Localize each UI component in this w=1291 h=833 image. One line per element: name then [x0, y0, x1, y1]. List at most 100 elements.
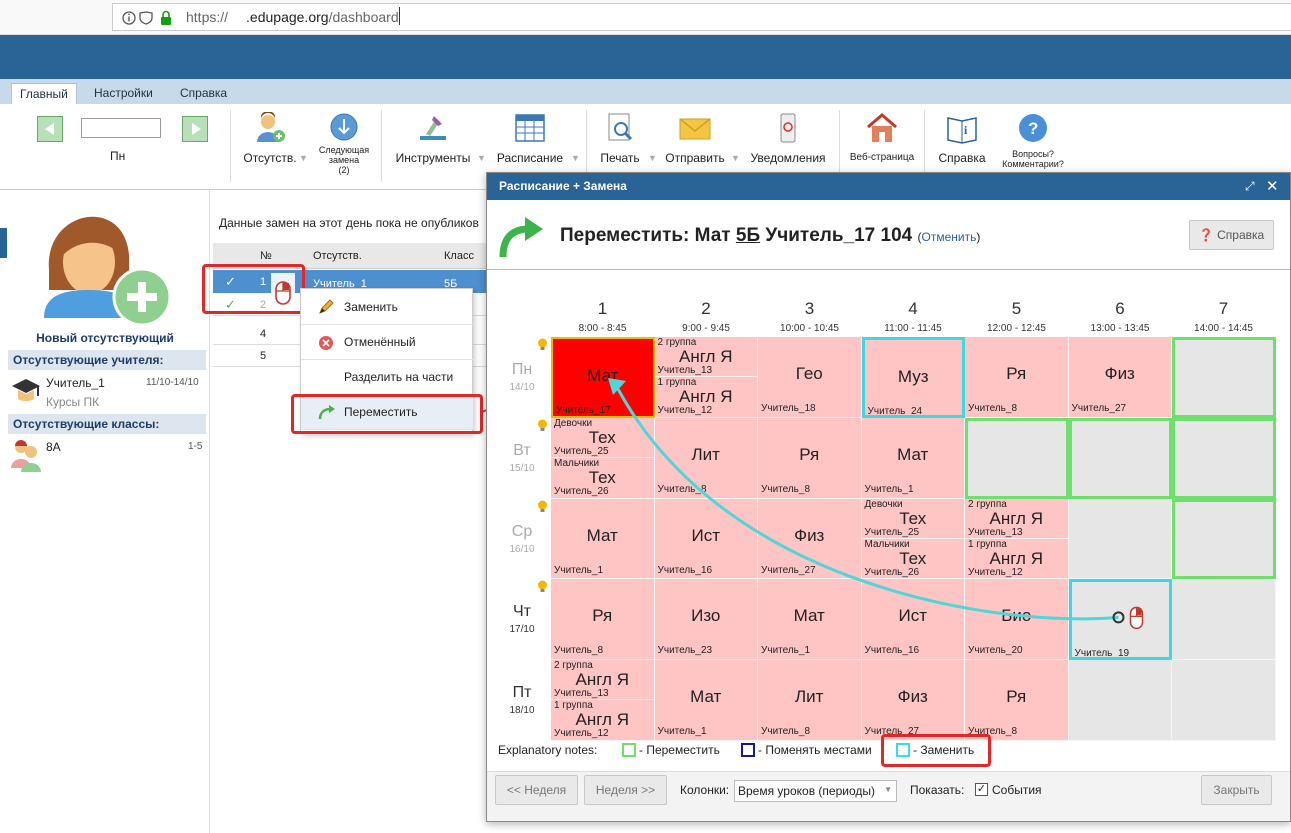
empty-slot[interactable]: [1068, 660, 1172, 741]
lesson-cell[interactable]: Мат Учитель_1: [758, 579, 862, 661]
lesson-cell[interactable]: Ря Учитель_8: [758, 417, 862, 499]
lesson-cell[interactable]: Ря Учитель_8: [965, 337, 1069, 418]
columns-select[interactable]: Время уроков (периоды) ▼: [734, 780, 897, 802]
new-absent-label[interactable]: Новый отсутствующий: [20, 331, 190, 345]
lesson-cell[interactable]: Девочки Тех Учитель_25 Мальчики Тех Учитель_2…: [861, 498, 965, 580]
lesson-cell[interactable]: Мат Учитель_1: [551, 498, 655, 580]
prev-week-button[interactable]: << Неделя: [495, 775, 578, 805]
lesson-subject: Изо: [691, 606, 721, 626]
lesson-cell[interactable]: Физ Учитель_27: [1068, 337, 1172, 418]
lesson-cell[interactable]: Изо Учитель_23: [654, 579, 758, 661]
lesson-cell[interactable]: Мат Учитель_1: [861, 417, 965, 499]
lightbulb-icon[interactable]: [537, 580, 548, 593]
lesson-cell[interactable]: 2 группа Англ Я Учитель_13 1 группа Англ Я Уч…: [965, 498, 1069, 580]
period-number: 1: [597, 299, 608, 318]
move-heading: Переместить: Мат 5Б Учитель_17 104 (Отме…: [560, 225, 981, 246]
absent-teachers-heading: Отсутствующие учителя:: [8, 350, 206, 370]
lesson-half: 1 группа Англ Я Учитель_12: [551, 700, 654, 740]
new-absent-avatar[interactable]: [34, 200, 174, 328]
next-day-button[interactable]: [182, 116, 208, 142]
lesson-cell[interactable]: Лит Учитель_8: [654, 417, 758, 499]
lesson-cell[interactable]: Лит Учитель_8: [758, 660, 862, 741]
lesson-cell[interactable]: Мат Учитель_17: [551, 337, 655, 418]
close-icon[interactable]: ✕: [1266, 177, 1279, 195]
tools-button[interactable]: Инструменты: [391, 112, 475, 165]
row-number: 4: [260, 328, 267, 340]
web-page-button[interactable]: Веб-страница: [848, 112, 916, 163]
day-date: 15/10: [509, 462, 535, 474]
notifications-button[interactable]: Уведомления: [745, 112, 831, 165]
absent-class-name: 8А: [46, 440, 61, 454]
print-button[interactable]: Печать: [595, 112, 645, 165]
lesson-subject: Мат: [586, 525, 618, 545]
lesson-cell[interactable]: Мат Учитель_1: [654, 660, 758, 741]
lesson-cell[interactable]: Био Учитель_20: [965, 579, 1069, 661]
tab-settings[interactable]: Настройки: [86, 83, 161, 104]
cancel-move-link[interactable]: Отменить: [922, 230, 977, 244]
close-button[interactable]: Закрыть: [1201, 775, 1272, 805]
help-ribbon-button[interactable]: i Справка: [933, 112, 991, 165]
unpublished-notice: Данные замен на этот день пока не опубли…: [219, 216, 479, 230]
print-dropdown-icon[interactable]: ▼: [648, 153, 657, 163]
prev-day-button[interactable]: [37, 116, 63, 142]
next-week-button[interactable]: Неделя >>: [584, 775, 667, 805]
timetable-button[interactable]: Расписание: [491, 112, 569, 165]
lightbulb-icon[interactable]: [537, 500, 548, 513]
events-checkbox[interactable]: ✓: [975, 783, 988, 796]
lightbulb-icon[interactable]: [537, 419, 548, 432]
envelope-icon: [679, 118, 711, 140]
tools-dropdown-icon[interactable]: ▼: [477, 153, 486, 163]
date-input[interactable]: [81, 118, 161, 138]
lesson-subject: Мат: [690, 687, 722, 707]
down-arrow-icon: [330, 113, 358, 141]
help-button[interactable]: ❓ Справка: [1189, 220, 1274, 250]
lesson-half: 2 группа Англ Я Учитель_13: [654, 337, 757, 377]
empty-slot[interactable]: [1068, 417, 1172, 499]
lesson-teacher: Учитель_27: [761, 564, 816, 576]
lesson-cell[interactable]: Физ Учитель_27: [758, 498, 862, 580]
lesson-cell[interactable]: 2 группа Англ Я Учитель_13 1 группа Англ Я Уч…: [654, 337, 758, 418]
empty-slot[interactable]: [1172, 337, 1276, 418]
empty-slot[interactable]: [1172, 417, 1276, 499]
lesson-subject: Физ: [897, 687, 928, 707]
lesson-cell[interactable]: Физ Учитель_27: [861, 660, 965, 741]
send-dropdown-icon[interactable]: ▼: [731, 153, 740, 163]
lesson-cell[interactable]: Муз Учитель_24: [861, 337, 965, 418]
absent-dropdown-icon[interactable]: ▼: [299, 153, 308, 163]
lesson-cell[interactable]: Гео Учитель_18: [758, 337, 862, 418]
lesson-cell[interactable]: 2 группа Англ Я Учитель_13 1 группа Англ Я Уч…: [551, 660, 655, 741]
empty-slot[interactable]: Учитель_19: [1068, 579, 1172, 661]
menu-item-split[interactable]: Разделить на части: [301, 360, 473, 395]
lesson-cell[interactable]: Ист Учитель_16: [861, 579, 965, 661]
day-date: 17/10: [509, 624, 535, 636]
lesson-teacher: Учитель_8: [657, 483, 707, 495]
empty-slot[interactable]: [965, 417, 1069, 499]
absent-teacher-row[interactable]: Учитель_1 11/10-14/10 Курсы ПК: [8, 372, 206, 410]
next-substitution-button[interactable]: Следующая замена (2): [313, 112, 375, 175]
lesson-subject: Ист: [691, 525, 720, 545]
send-button[interactable]: Отправить: [662, 112, 728, 165]
lesson-subject: Лит: [691, 444, 720, 464]
lesson-half: 1 группа Англ Я Учитель_12: [655, 377, 758, 417]
tab-main[interactable]: Главный: [11, 83, 77, 104]
absent-button[interactable]: Отсутств.: [240, 111, 300, 165]
absent-class-row[interactable]: 8А 1-5: [8, 436, 206, 474]
empty-slot[interactable]: [1068, 498, 1172, 580]
tab-help[interactable]: Справка: [172, 83, 235, 104]
lightbulb-icon[interactable]: [537, 338, 548, 351]
lesson-cell[interactable]: Ря Учитель_8: [965, 660, 1069, 741]
empty-slot[interactable]: [1172, 498, 1276, 580]
lesson-cell[interactable]: Ист Учитель_16: [654, 498, 758, 580]
lesson-teacher: Учитель_25: [864, 526, 920, 538]
expand-icon[interactable]: ⤢: [1245, 179, 1255, 194]
empty-slot[interactable]: [1172, 579, 1276, 661]
lesson-subject: Тех: [588, 427, 616, 447]
lesson-cell[interactable]: Ря Учитель_8: [551, 579, 655, 661]
empty-slot[interactable]: [1172, 660, 1276, 741]
lesson-subject: Тех: [899, 548, 927, 568]
day-name: Ср: [511, 522, 533, 540]
timetable-dropdown-icon[interactable]: ▼: [571, 153, 580, 163]
absent-teacher-reason: Курсы ПК: [46, 395, 100, 409]
questions-button[interactable]: ? Вопросы? Комментарии?: [997, 112, 1069, 169]
lesson-cell[interactable]: Девочки Тех Учитель_25 Мальчики Тех Учитель_2…: [551, 417, 655, 499]
